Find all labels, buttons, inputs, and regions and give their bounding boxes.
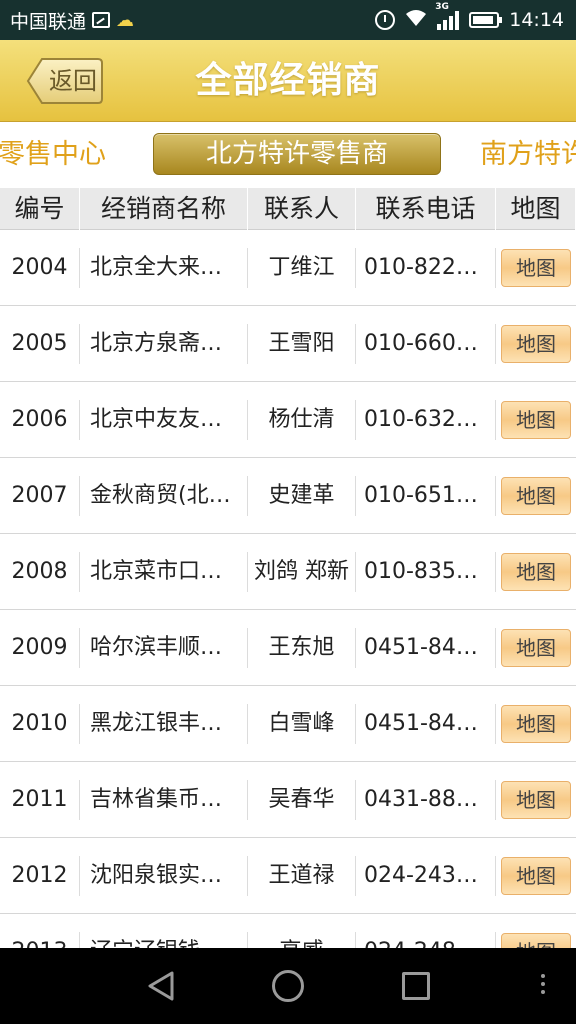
- column-header-phone: 联系电话: [356, 188, 496, 230]
- table-row[interactable]: 2004 北京全大来工贸有限公司 丁维江 010-82286666 地图: [0, 230, 576, 306]
- dealer-contact: 史建革: [248, 475, 356, 516]
- dealer-name: 金秋商贸(北京)有限公司: [80, 475, 248, 516]
- dealer-contact: 刘鸽 郑新: [248, 551, 356, 592]
- nav-recent-apps-icon[interactable]: [402, 972, 430, 1000]
- battery-icon: [469, 12, 503, 28]
- table-row[interactable]: 2013 辽宁辽银钱币有限公司 高威 024-24841111 地图: [0, 914, 576, 948]
- wifi-icon: [405, 9, 427, 32]
- network-type-label: 3G: [435, 2, 449, 12]
- dealer-phone[interactable]: 024-24841111: [356, 931, 496, 948]
- map-button[interactable]: 地图: [501, 856, 571, 895]
- map-button[interactable]: 地图: [501, 628, 571, 667]
- category-tabs: 零售中心 北方特许零售商 南方特许零售商: [0, 122, 576, 188]
- dealer-phone[interactable]: 010-82286666: [356, 247, 496, 288]
- column-header-id: 编号: [0, 188, 80, 230]
- dealer-phone[interactable]: 0451-84621111: [356, 703, 496, 744]
- dealer-phone[interactable]: 010-83521111: [356, 551, 496, 592]
- table-row[interactable]: 2011 吉林省集币收藏有限公司 吴春华 0431-88911111 地图: [0, 762, 576, 838]
- column-header-contact: 联系人: [248, 188, 356, 230]
- table-row[interactable]: 2009 哈尔滨丰顺商贸有限公司 王东旭 0451-84611111 地图: [0, 610, 576, 686]
- tab-north-dealers[interactable]: 北方特许零售商: [153, 133, 441, 175]
- dealer-id: 2010: [0, 703, 80, 744]
- table-row[interactable]: 2007 金秋商贸(北京)有限公司 史建革 010-65181111 地图: [0, 458, 576, 534]
- dealer-id: 2008: [0, 551, 80, 592]
- dealer-id: 2011: [0, 779, 80, 820]
- dealer-name: 吉林省集币收藏有限公司: [80, 779, 248, 820]
- alarm-icon: [375, 10, 396, 30]
- picture-notification-icon: [92, 12, 111, 28]
- dealer-phone[interactable]: 024-24311111: [356, 855, 496, 896]
- dealer-contact: 杨仕清: [248, 399, 356, 440]
- nav-menu-icon[interactable]: [541, 974, 545, 998]
- column-header-name: 经销商名称: [80, 188, 248, 230]
- table-row[interactable]: 2012 沈阳泉银实业有限公司 王道禄 024-24311111 地图: [0, 838, 576, 914]
- column-header-map: 地图: [496, 188, 576, 230]
- dealer-contact: 白雪峰: [248, 703, 356, 744]
- dealer-id: 2013: [0, 931, 80, 948]
- nav-back-icon[interactable]: [146, 970, 176, 1006]
- tab-retail-center[interactable]: 零售中心: [0, 122, 106, 188]
- cell-signal-icon: 3G: [435, 2, 460, 30]
- table-row[interactable]: 2005 北京方泉斋钱币有限公司 王雪阳 010-66081111 地图: [0, 306, 576, 382]
- dealer-name: 北京中友友谊商贸公司: [80, 399, 248, 440]
- dealer-name: 北京菜市口百货股份公司: [80, 551, 248, 592]
- map-button[interactable]: 地图: [501, 780, 571, 819]
- dealer-name: 哈尔滨丰顺商贸有限公司: [80, 627, 248, 668]
- dealer-id: 2004: [0, 247, 80, 288]
- dealer-name: 北京全大来工贸有限公司: [80, 247, 248, 288]
- dealer-phone[interactable]: 010-65181111: [356, 475, 496, 516]
- dealer-phone[interactable]: 0451-84611111: [356, 627, 496, 668]
- dealer-contact: 丁维江: [248, 247, 356, 288]
- dealer-id: 2007: [0, 475, 80, 516]
- dealer-list[interactable]: 2004 北京全大来工贸有限公司 丁维江 010-82286666 地图 200…: [0, 230, 576, 948]
- map-button[interactable]: 地图: [501, 400, 571, 439]
- table-header: 编号 经销商名称 联系人 联系电话 地图: [0, 188, 576, 230]
- dealer-phone[interactable]: 010-63201111: [356, 399, 496, 440]
- map-button[interactable]: 地图: [501, 476, 571, 515]
- status-bar: 中国联通 ☁ 3G 14:14: [0, 0, 576, 40]
- dealer-contact: 王东旭: [248, 627, 356, 668]
- table-row[interactable]: 2006 北京中友友谊商贸公司 杨仕清 010-63201111 地图: [0, 382, 576, 458]
- clock: 14:14: [509, 9, 564, 31]
- dealer-contact: 王雪阳: [248, 323, 356, 364]
- back-label: 返回: [49, 67, 97, 95]
- app-header: 全部经销商 返回: [0, 40, 576, 122]
- dealer-id: 2005: [0, 323, 80, 364]
- tab-south-dealers[interactable]: 南方特许零售商: [480, 122, 576, 188]
- map-button[interactable]: 地图: [501, 324, 571, 363]
- system-nav-bar: [0, 948, 576, 1024]
- dealer-id: 2006: [0, 399, 80, 440]
- dealer-name: 北京方泉斋钱币有限公司: [80, 323, 248, 364]
- map-button[interactable]: 地图: [501, 248, 571, 287]
- dealer-id: 2009: [0, 627, 80, 668]
- table-row[interactable]: 2008 北京菜市口百货股份公司 刘鸽 郑新 010-83521111 地图: [0, 534, 576, 610]
- map-button[interactable]: 地图: [501, 932, 571, 948]
- nav-home-icon[interactable]: [272, 970, 304, 1002]
- map-button[interactable]: 地图: [501, 552, 571, 591]
- dealer-name: 沈阳泉银实业有限公司: [80, 855, 248, 896]
- carrier-label: 中国联通: [10, 10, 87, 33]
- dealer-id: 2012: [0, 855, 80, 896]
- dealer-phone[interactable]: 0431-88911111: [356, 779, 496, 820]
- dealer-contact: 高威: [248, 931, 356, 948]
- dealer-phone[interactable]: 010-66081111: [356, 323, 496, 364]
- dealer-contact: 王道禄: [248, 855, 356, 896]
- dealer-name: 辽宁辽银钱币有限公司: [80, 931, 248, 948]
- map-button[interactable]: 地图: [501, 704, 571, 743]
- back-button[interactable]: 返回: [26, 57, 104, 105]
- weather-icon: ☁: [116, 9, 135, 31]
- dealer-name: 黑龙江银丰钱币有限公司: [80, 703, 248, 744]
- dealer-contact: 吴春华: [248, 779, 356, 820]
- table-row[interactable]: 2010 黑龙江银丰钱币有限公司 白雪峰 0451-84621111 地图: [0, 686, 576, 762]
